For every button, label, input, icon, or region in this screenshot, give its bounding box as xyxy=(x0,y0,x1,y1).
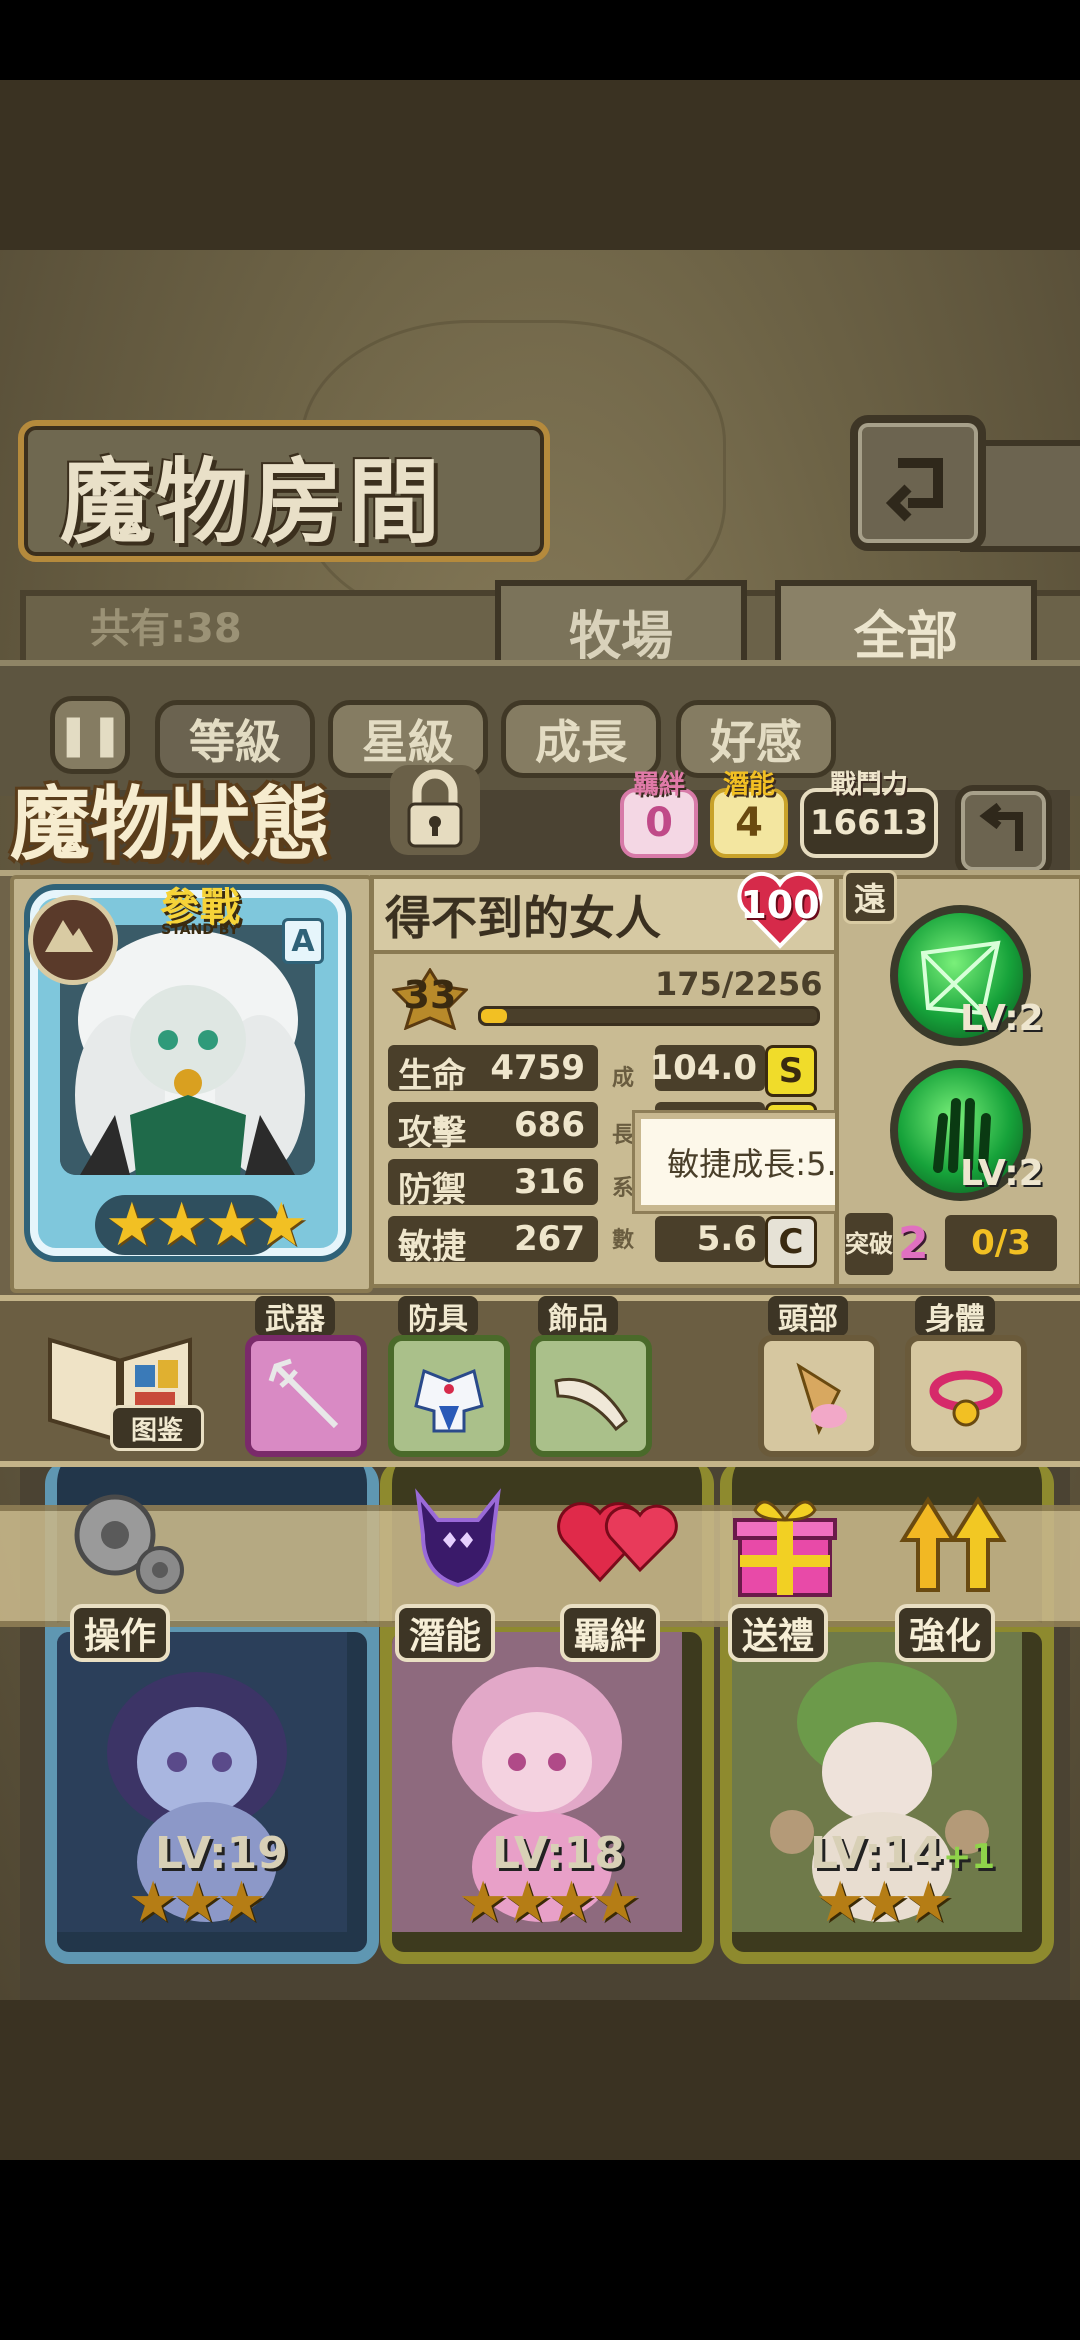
equip-slot-label: 頭部 xyxy=(768,1296,848,1337)
combat-power-label: 戰鬥力 xyxy=(829,770,908,800)
stat-name: 敏捷 xyxy=(398,1227,466,1267)
growth-value[interactable]: 104.0 xyxy=(649,1045,765,1091)
exp-text: 175/2256 xyxy=(655,965,823,1003)
horn-icon xyxy=(554,1377,628,1432)
equip-slot-label: 防具 xyxy=(398,1296,478,1337)
action-label: 操作 xyxy=(70,1604,171,1662)
combat-power-value: 16613 xyxy=(809,803,929,843)
gift-icon xyxy=(733,1500,837,1597)
accessory-slot[interactable] xyxy=(530,1335,652,1457)
equip-slot-label: 飾品 xyxy=(538,1296,618,1337)
return-arrow-icon xyxy=(885,458,943,522)
card-level-bonus: +1 xyxy=(942,1837,996,1877)
weapon-slot[interactable] xyxy=(245,1335,367,1457)
bond-button[interactable] xyxy=(555,1485,685,1605)
growth-vertical-label: 成 xyxy=(612,1066,635,1091)
bond-badge[interactable]: 羈絆 0 xyxy=(620,772,698,858)
bell-collar-icon xyxy=(929,1370,1003,1427)
back-button[interactable] xyxy=(850,415,986,551)
breakthrough-label: 突破 xyxy=(845,1213,893,1275)
breakthrough-value: 2 xyxy=(898,1218,929,1269)
card-stars: ★★★ xyxy=(128,1870,267,1935)
page-title: 魔物房間 xyxy=(60,448,445,556)
stat-name: 攻擊 xyxy=(398,1113,466,1153)
filter-affection[interactable]: 好感 xyxy=(676,700,836,778)
attack-range-badge: 遠 xyxy=(843,870,897,924)
stat-value: 686 xyxy=(514,1105,585,1145)
exp-bar xyxy=(478,1006,820,1026)
equip-slot-label: 身體 xyxy=(915,1296,995,1337)
card-stars: ★★★ xyxy=(815,1870,954,1935)
card-stars: ★★★★ xyxy=(458,1870,641,1935)
mountain-element-icon xyxy=(45,920,93,952)
growth-vertical-label: 數 xyxy=(612,1228,635,1253)
growth-grade: S xyxy=(765,1045,817,1097)
stat-value: 4759 xyxy=(490,1048,585,1088)
monster-count: 共有:38 xyxy=(90,606,242,652)
gear-icon xyxy=(74,1494,184,1594)
action-label: 羈絆 xyxy=(560,1604,661,1662)
double-arrow-up-icon xyxy=(899,1496,1007,1592)
action-label: 強化 xyxy=(895,1604,996,1662)
growth-grade: C xyxy=(765,1216,817,1268)
combat-power-badge: 戰鬥力 16613 xyxy=(800,772,938,858)
sailor-uniform-icon xyxy=(414,1368,484,1433)
stat-value: 267 xyxy=(514,1219,585,1259)
element-badge xyxy=(28,895,118,985)
affection-value: 100 xyxy=(740,883,820,927)
standby-sublabel: STAND BY xyxy=(161,922,239,938)
monster-name: 得不到的女人 xyxy=(385,891,661,945)
growth-vertical-label: 長 xyxy=(612,1123,635,1148)
action-label: 潛能 xyxy=(395,1604,496,1662)
stat-name: 生命 xyxy=(398,1056,466,1096)
bond-label: 羈絆 xyxy=(632,770,685,800)
demon-silhouette-icon xyxy=(415,1488,501,1588)
stat-name: 防禦 xyxy=(398,1170,466,1210)
armor-slot[interactable] xyxy=(388,1335,510,1457)
standby-label: 參戰 xyxy=(160,885,240,931)
pause-sort-icon: ❚❚ xyxy=(56,712,124,758)
close-status-button[interactable] xyxy=(955,785,1052,877)
monster-level: 33 xyxy=(403,973,457,1017)
gift-button[interactable] xyxy=(725,1485,845,1605)
ice-cream-cone-icon xyxy=(796,1362,847,1436)
monster-stars: ★★★★ xyxy=(105,1190,308,1260)
exp-bar-fill xyxy=(481,1009,507,1023)
stat-value: 316 xyxy=(514,1162,585,1202)
potential-label: 潛能 xyxy=(722,770,775,800)
encyclopedia-label: 图鉴 xyxy=(110,1405,204,1451)
lock-button[interactable] xyxy=(385,760,485,860)
filter-growth[interactable]: 成長 xyxy=(501,700,661,778)
action-label: 送禮 xyxy=(728,1604,829,1662)
rank-badge: A xyxy=(282,918,324,964)
top-dim-band xyxy=(0,80,1080,250)
growth-vertical-label: 系 xyxy=(612,1176,635,1201)
bond-value: 0 xyxy=(645,800,673,846)
head-slot[interactable] xyxy=(758,1335,880,1457)
body-slot[interactable] xyxy=(905,1335,1027,1457)
potential-badge[interactable]: 潛能 4 xyxy=(710,772,788,858)
operate-button[interactable] xyxy=(60,1480,184,1600)
equip-slot-label: 武器 xyxy=(255,1296,335,1337)
enhance-button[interactable] xyxy=(893,1485,1013,1605)
breakthrough-progress[interactable]: 0/3 xyxy=(945,1215,1057,1271)
status-header: 魔物狀態 xyxy=(10,777,330,871)
potential-value: 4 xyxy=(735,800,763,846)
lock-icon xyxy=(390,765,480,855)
bottom-dim-band xyxy=(0,2000,1080,2160)
hearts-icon xyxy=(557,1502,678,1583)
potential-button[interactable] xyxy=(398,1480,518,1600)
skill-2-level: LV:2 xyxy=(960,1153,1044,1194)
skill-1-level: LV:2 xyxy=(960,998,1044,1039)
growth-value[interactable]: 5.6 xyxy=(655,1216,765,1262)
trident-icon xyxy=(268,1358,339,1429)
return-arrow-icon xyxy=(978,802,1023,851)
